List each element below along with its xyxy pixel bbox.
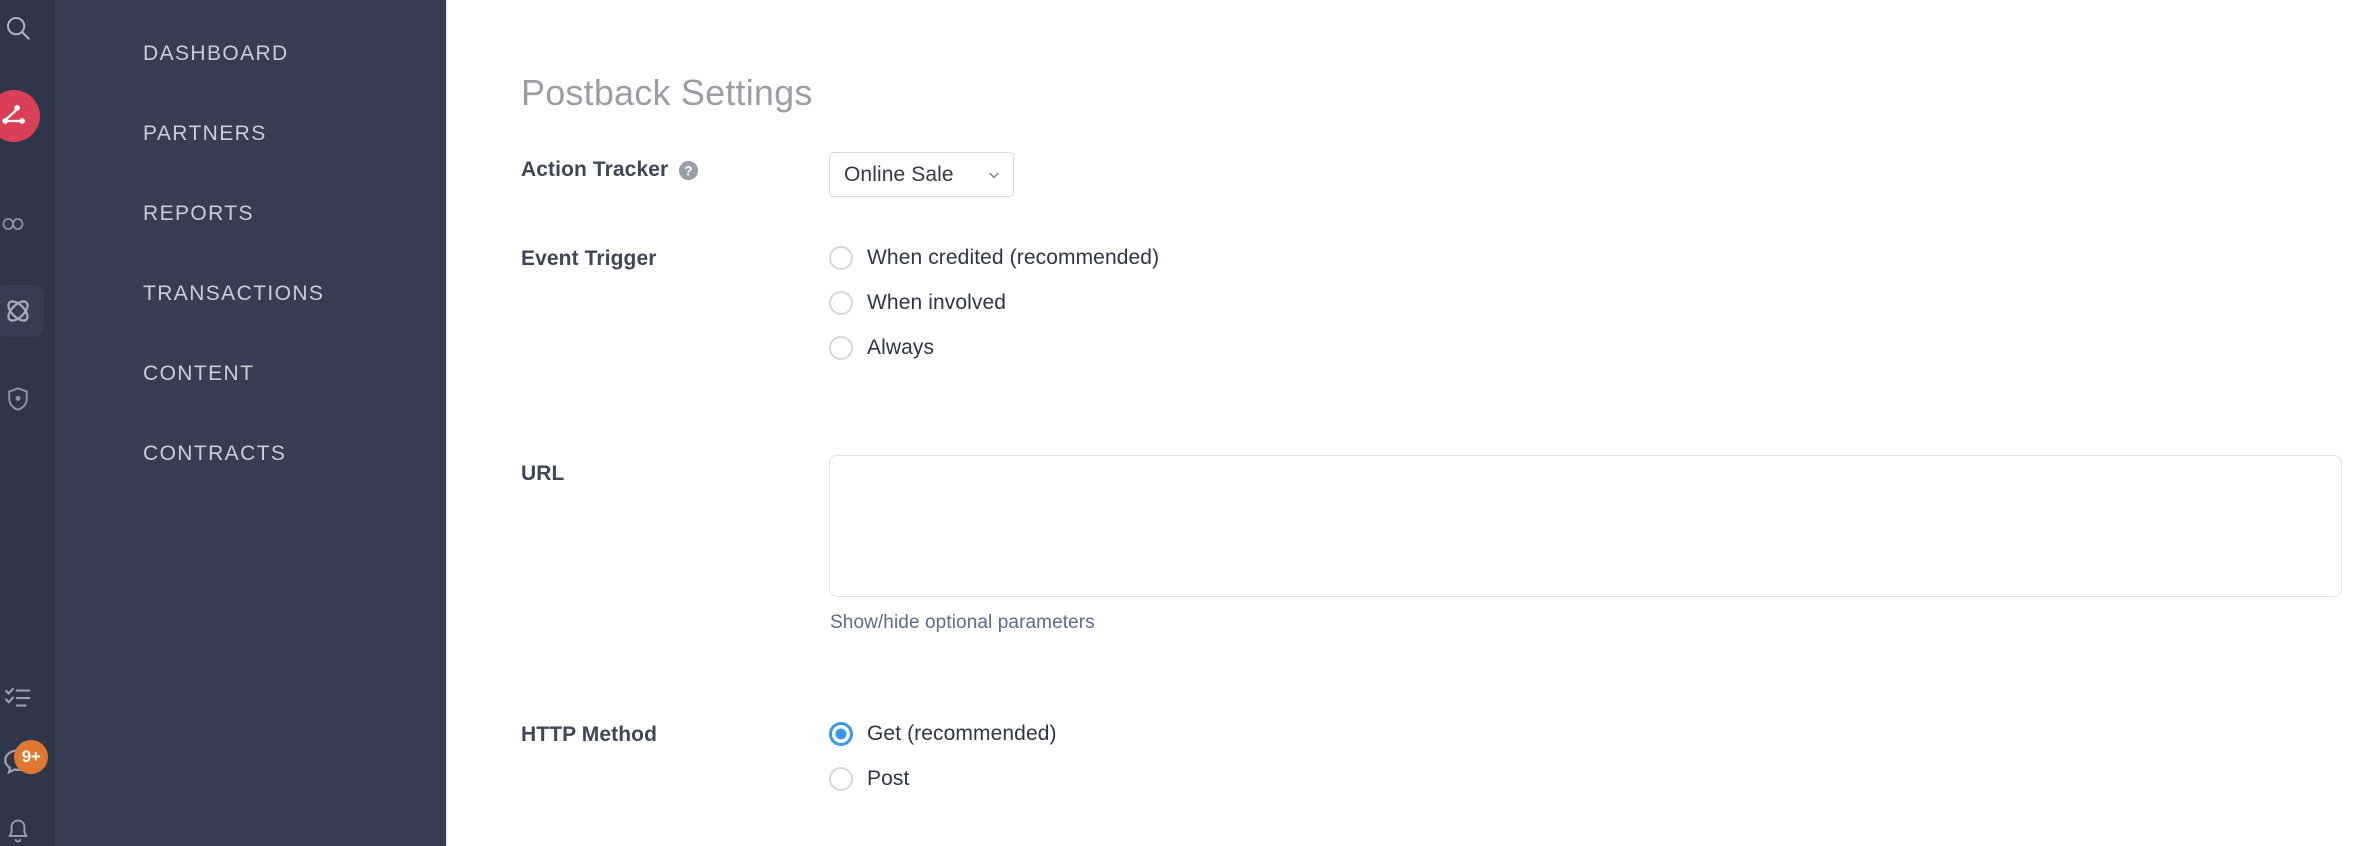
sidebar-item-dashboard[interactable]: DASHBOARD [55,14,446,94]
chat-badge-count: 9+ [14,740,48,774]
main-content: Postback Settings Action Tracker ? Onlin… [447,0,2362,846]
atom-icon[interactable] [0,285,44,337]
sidebar-item-transactions[interactable]: TRANSACTIONS [55,254,446,334]
radio-label: When credited (recommended) [867,246,1160,269]
radio-option-post[interactable]: Post [829,761,1057,797]
radio-indicator[interactable] [829,722,853,746]
action-tracker-label: Action Tracker [521,158,669,181]
radio-indicator[interactable] [829,767,853,791]
sidebar-nav: DASHBOARD PARTNERS REPORTS TRANSACTIONS … [55,0,447,846]
radio-indicator[interactable] [829,336,853,360]
search-icon[interactable] [0,2,44,54]
icon-rail: 9+ [0,0,55,846]
http-method-label: HTTP Method [521,723,658,746]
radio-label: Always [867,336,935,359]
url-label: URL [521,462,565,485]
action-tracker-label-row: Action Tracker ? [521,158,700,182]
sidebar-item-content[interactable]: CONTENT [55,334,446,414]
radio-option-always[interactable]: Always [829,330,1159,366]
radio-label: When involved [867,291,1007,314]
http-method-radio-group: Get (recommended) Post [829,716,1057,806]
sidebar-item-reports[interactable]: REPORTS [55,174,446,254]
chevron-down-icon [986,167,1002,183]
action-tracker-select[interactable]: Online Sale [829,152,1014,197]
radio-label: Get (recommended) [867,722,1057,745]
shield-icon[interactable] [0,373,44,425]
help-icon[interactable]: ? [677,159,700,182]
show-hide-optional-parameters-link[interactable]: Show/hide optional parameters [830,612,1095,634]
radio-indicator[interactable] [829,246,853,270]
radio-label: Post [867,767,910,790]
sidebar-item-contracts[interactable]: CONTRACTS [55,414,446,494]
radio-option-when-involved[interactable]: When involved [829,285,1159,321]
page-title: Postback Settings [521,72,813,113]
event-trigger-radio-group: When credited (recommended) When involve… [829,240,1159,375]
radio-option-get[interactable]: Get (recommended) [829,716,1057,752]
svg-text:?: ? [685,163,693,178]
radio-option-when-credited[interactable]: When credited (recommended) [829,240,1159,276]
event-trigger-label: Event Trigger [521,247,657,270]
bell-icon[interactable] [0,805,44,846]
action-tracker-selected-value: Online Sale [844,162,954,186]
url-input[interactable] [829,455,2342,597]
infinity-icon[interactable] [0,198,44,250]
brand-logo-icon[interactable] [0,90,40,142]
radio-indicator[interactable] [829,291,853,315]
sidebar-item-partners[interactable]: PARTNERS [55,94,446,174]
app-root: 9+ DASHBOARD PARTNERS REPORTS TRANSACTIO… [0,0,2362,846]
checklist-icon[interactable] [0,672,44,724]
